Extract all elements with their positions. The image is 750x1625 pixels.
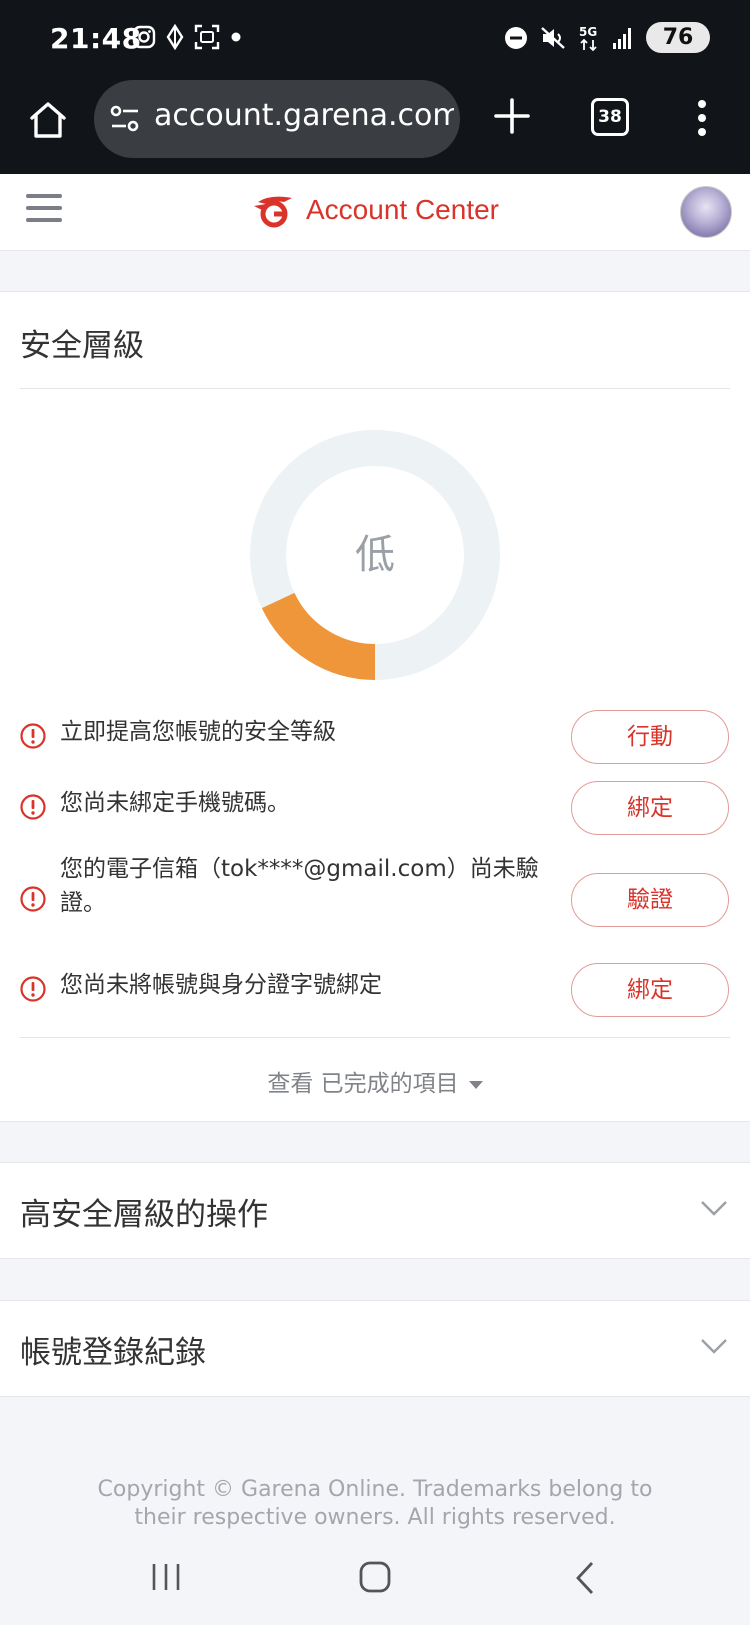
verify-email-button[interactable]: 驗證 bbox=[571, 873, 729, 927]
divider bbox=[20, 388, 730, 389]
url-text[interactable]: account.garena.com bbox=[154, 98, 454, 133]
new-tab-icon[interactable] bbox=[492, 96, 532, 136]
chevron-down-icon[interactable] bbox=[700, 1199, 728, 1217]
divider bbox=[20, 1037, 730, 1038]
bind-id-button[interactable]: 綁定 bbox=[571, 963, 729, 1017]
security-level-card: 安全層級 低 立即提高您帳號的安全等級 行動 您尚未綁定手機號碼。 綁定 您的電… bbox=[0, 291, 750, 1122]
back-icon[interactable] bbox=[574, 1560, 596, 1596]
action-button[interactable]: 行動 bbox=[571, 710, 729, 764]
status-right-icons: 5G 76 bbox=[504, 22, 710, 53]
screenshot-icon bbox=[194, 24, 220, 50]
status-time: 21:48 bbox=[50, 22, 142, 55]
security-item-text: 您尚未將帳號與身分證字號綁定 bbox=[60, 972, 382, 998]
high-security-ops-title: 高安全層級的操作 bbox=[20, 1197, 268, 1233]
notification-dot bbox=[231, 32, 241, 42]
security-item-text: 您的電子信箱（tok****@gmail.com）尚未驗證。 bbox=[60, 856, 539, 916]
dnd-icon bbox=[505, 26, 527, 49]
home-nav-icon[interactable] bbox=[358, 1560, 392, 1594]
status-bar: 21:48 5G 76 bbox=[0, 0, 750, 80]
security-item-text: 您尚未綁定手機號碼。 bbox=[60, 790, 290, 816]
view-completed-toggle[interactable]: 查看 已完成的項目 bbox=[0, 1064, 750, 1098]
cell-signal-icon bbox=[613, 27, 631, 49]
browser-toolbar: account.garena.com 38 bbox=[0, 80, 750, 174]
battery-indicator: 76 bbox=[646, 22, 710, 53]
tab-switcher-button[interactable]: 38 bbox=[591, 98, 629, 136]
high-security-ops-section[interactable]: 高安全層級的操作 bbox=[0, 1162, 750, 1259]
signal-app-icon bbox=[166, 24, 184, 50]
login-history-section[interactable]: 帳號登錄紀錄 bbox=[0, 1300, 750, 1397]
recent-apps-icon[interactable] bbox=[150, 1562, 182, 1592]
caret-down-icon bbox=[468, 1080, 483, 1089]
security-item-text: 立即提高您帳號的安全等級 bbox=[60, 719, 336, 745]
mute-icon bbox=[541, 26, 565, 49]
bind-phone-button[interactable]: 綁定 bbox=[571, 781, 729, 835]
home-icon[interactable] bbox=[26, 98, 70, 142]
instagram-icon bbox=[132, 25, 156, 49]
login-history-title: 帳號登錄紀錄 bbox=[20, 1335, 206, 1371]
header-title: Account Center bbox=[306, 194, 499, 225]
system-nav-bar bbox=[0, 1530, 750, 1625]
warning-icon bbox=[20, 886, 46, 912]
status-left-icons bbox=[132, 24, 242, 50]
garena-logo[interactable]: Account Center bbox=[252, 192, 499, 228]
security-level-chart: 低 bbox=[250, 430, 500, 680]
avatar[interactable] bbox=[680, 186, 732, 238]
footer-copyright: Copyright © Garena Online. Trademarks be… bbox=[97, 1477, 653, 1530]
more-options-icon[interactable] bbox=[690, 96, 714, 140]
site-header: Account Center bbox=[0, 174, 750, 251]
svg-text:5G: 5G bbox=[579, 25, 597, 39]
chevron-down-icon[interactable] bbox=[700, 1337, 728, 1355]
5g-icon: 5G bbox=[579, 25, 597, 51]
security-level-label: 低 bbox=[355, 532, 395, 578]
url-bar[interactable]: account.garena.com bbox=[94, 80, 460, 158]
warning-icon bbox=[20, 723, 46, 749]
view-completed-label: 查看 已完成的項目 bbox=[267, 1071, 459, 1097]
garena-logo-icon bbox=[254, 196, 292, 228]
site-settings-icon[interactable] bbox=[108, 102, 142, 136]
warning-icon bbox=[20, 794, 46, 820]
security-level-title: 安全層級 bbox=[20, 328, 144, 364]
hamburger-menu-icon[interactable] bbox=[26, 194, 62, 226]
warning-icon bbox=[20, 976, 46, 1002]
